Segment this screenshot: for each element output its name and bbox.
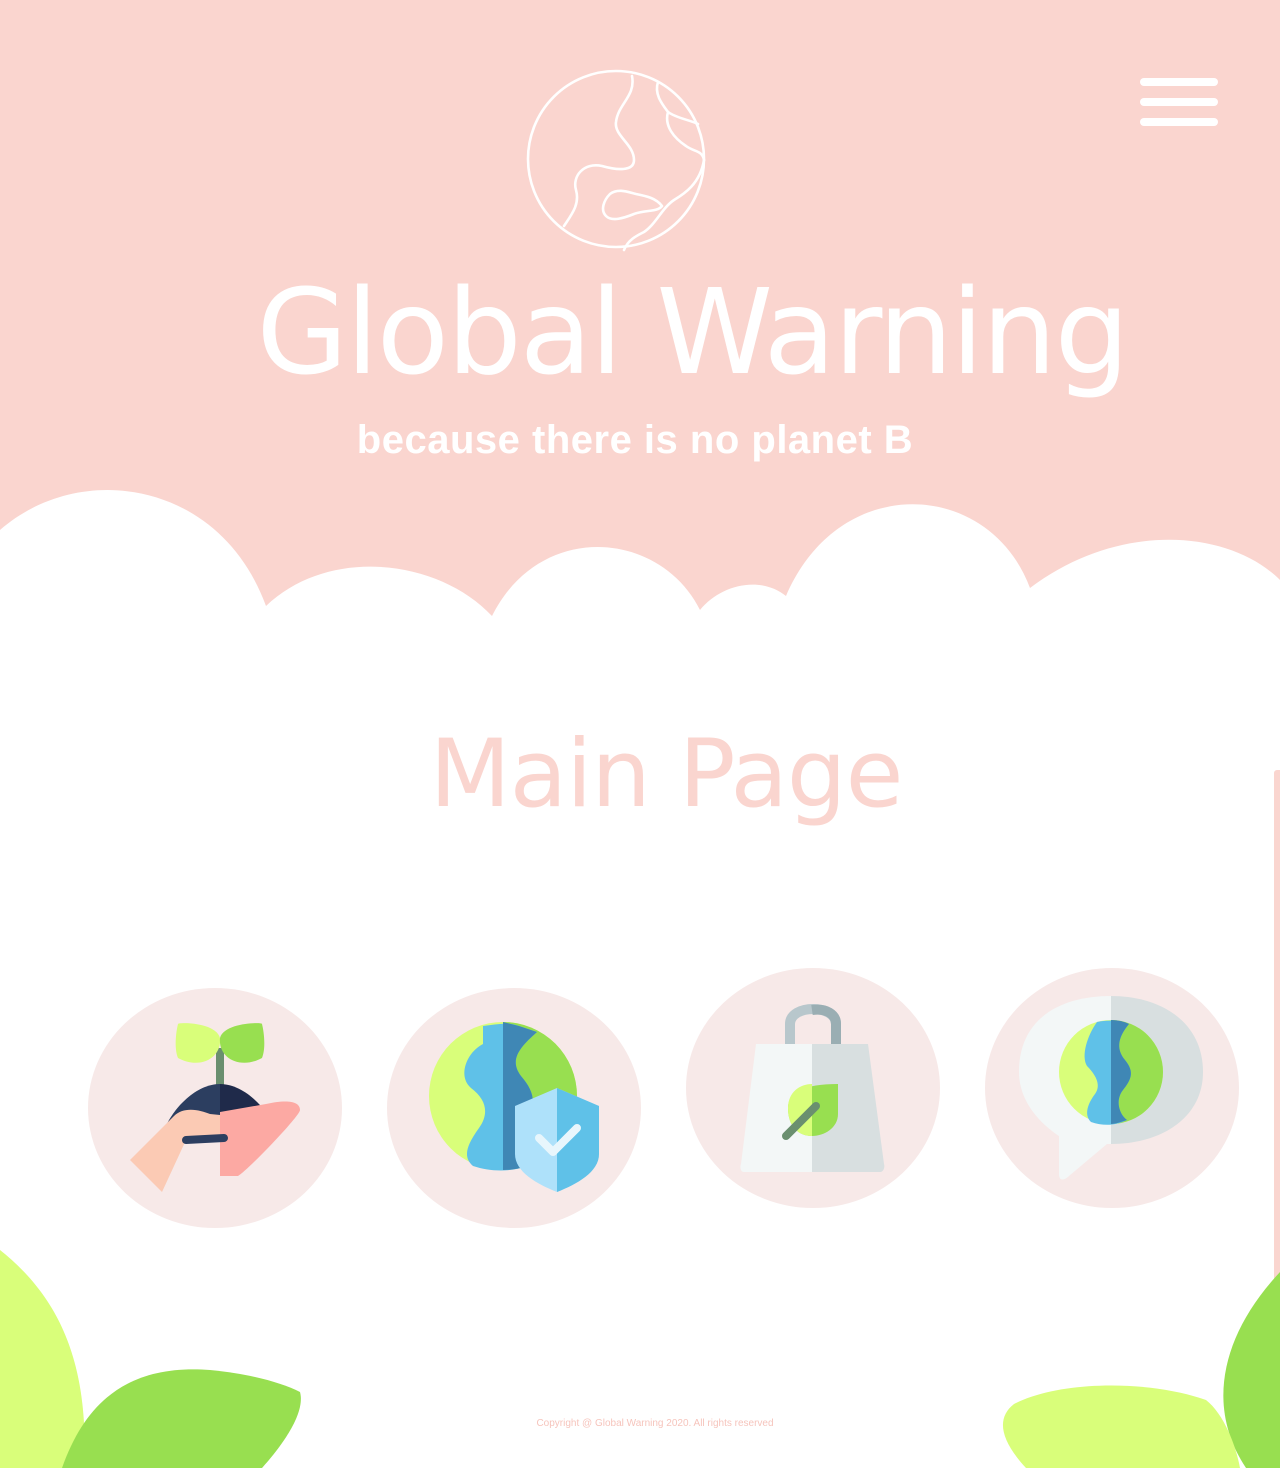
feature-plant-button[interactable]: [88, 988, 342, 1228]
eco-shopping-bag-icon: [740, 1004, 885, 1172]
decorative-leaves: [0, 1250, 1280, 1468]
menu-bar: [1140, 78, 1218, 86]
menu-bar: [1140, 98, 1218, 106]
feature-eco-shopping-button[interactable]: [686, 968, 940, 1208]
copyright-text: Copyright @ Global Warning 2020. All rig…: [536, 1418, 774, 1429]
feature-protect-earth-button[interactable]: [387, 988, 641, 1228]
site-tagline: because there is no planet B: [356, 418, 914, 462]
globe-logo-icon: [526, 69, 706, 252]
earth-speech-bubble-icon: [1019, 996, 1203, 1180]
header: Global Warning because there is no plane…: [0, 0, 1280, 640]
page-title: Main Page: [429, 720, 904, 829]
menu-bar: [1140, 118, 1218, 126]
earth-with-shield-icon: [429, 1022, 599, 1192]
right-edge-strip: [1274, 770, 1280, 1290]
menu-button[interactable]: [1138, 76, 1220, 128]
hand-holding-seedling-icon: [130, 1023, 300, 1192]
site-title: Global Warning: [256, 263, 1129, 401]
feature-speak-earth-button[interactable]: [985, 968, 1239, 1208]
